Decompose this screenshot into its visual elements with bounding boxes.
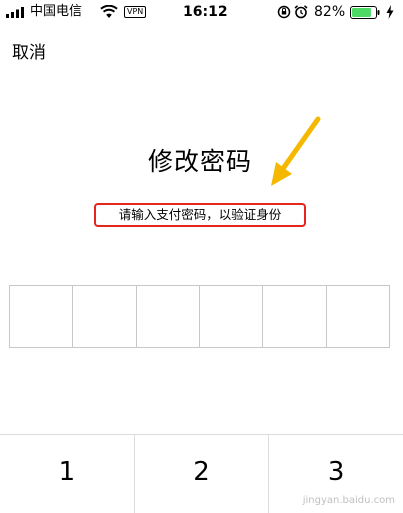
key-2[interactable]: 2 bbox=[135, 435, 270, 513]
signal-icon bbox=[6, 7, 24, 18]
pin-box bbox=[137, 286, 200, 347]
status-bar: 中国电信 VPN 16:12 82% bbox=[0, 0, 403, 24]
page-title: 修改密码 bbox=[147, 147, 252, 176]
battery-icon bbox=[350, 6, 380, 19]
charging-icon bbox=[386, 5, 394, 19]
alarm-icon bbox=[294, 5, 308, 19]
vpn-badge: VPN bbox=[124, 6, 147, 18]
pin-box bbox=[200, 286, 264, 347]
cancel-button[interactable]: 取消 bbox=[12, 42, 46, 64]
status-time: 16:12 bbox=[183, 4, 228, 20]
pin-box bbox=[10, 286, 74, 347]
watermark: jingyan.baidu.com bbox=[302, 495, 395, 506]
subtitle-text: 请输入支付密码，以验证身份 bbox=[118, 207, 282, 222]
battery-percent: 82% bbox=[314, 4, 346, 20]
key-1[interactable]: 1 bbox=[0, 435, 135, 513]
pin-box bbox=[73, 286, 137, 347]
subtitle-highlight: 请输入支付密码，以验证身份 bbox=[94, 203, 306, 227]
rotation-lock-icon bbox=[277, 5, 291, 19]
pin-box bbox=[327, 286, 389, 347]
carrier-name: 中国电信 bbox=[30, 4, 83, 19]
pin-box bbox=[263, 286, 327, 347]
wifi-icon bbox=[100, 5, 118, 18]
password-input[interactable] bbox=[9, 285, 390, 348]
